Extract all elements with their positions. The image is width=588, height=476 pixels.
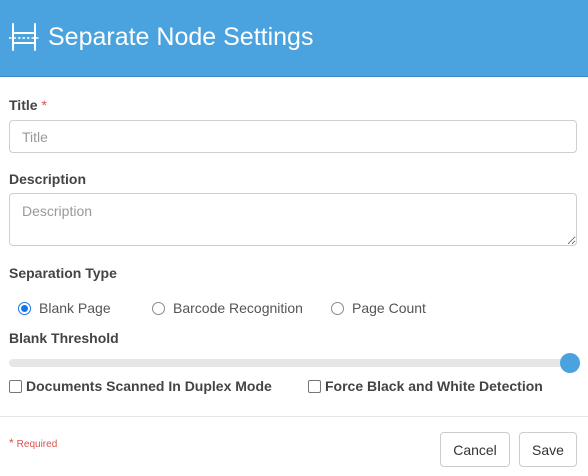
bw-detection-checkbox-label: Force Black and White Detection (325, 378, 543, 394)
dialog-header: Separate Node Settings (0, 0, 588, 77)
radio-blank-page-label: Blank Page (39, 300, 111, 316)
radio-page-count[interactable]: Page Count (331, 296, 426, 320)
title-label: Title * (9, 97, 47, 113)
bw-detection-checkbox[interactable] (308, 379, 321, 393)
save-button[interactable]: Save (519, 432, 577, 467)
bw-detection-checkbox-row[interactable]: Force Black and White Detection (308, 376, 543, 396)
footer-divider (0, 416, 588, 417)
cancel-button[interactable]: Cancel (440, 432, 510, 467)
title-label-text: Title (9, 97, 38, 113)
radio-button-checked[interactable] (18, 301, 31, 315)
blank-threshold-slider-track[interactable] (9, 359, 574, 367)
required-note-text: Required (16, 439, 58, 450)
radio-page-count-label: Page Count (352, 300, 426, 316)
duplex-checkbox[interactable] (9, 379, 22, 393)
radio-blank-page[interactable]: Blank Page (18, 296, 111, 320)
separation-type-radio-group: Blank Page Barcode Recognition Page Coun… (0, 296, 588, 320)
separator-node-icon (9, 23, 39, 51)
radio-button-unchecked[interactable] (331, 301, 344, 315)
blank-threshold-slider-thumb[interactable] (560, 353, 580, 373)
radio-button-unchecked[interactable] (152, 301, 165, 315)
blank-threshold-label: Blank Threshold (9, 330, 119, 346)
separation-type-label: Separation Type (9, 265, 117, 281)
duplex-checkbox-label: Documents Scanned In Duplex Mode (26, 378, 272, 394)
dialog-title: Separate Node Settings (48, 23, 314, 51)
radio-barcode-recognition[interactable]: Barcode Recognition (152, 296, 303, 320)
required-note: * Required (9, 436, 57, 450)
radio-barcode-recognition-label: Barcode Recognition (173, 300, 303, 316)
duplex-checkbox-row[interactable]: Documents Scanned In Duplex Mode (9, 376, 272, 396)
description-textarea[interactable] (9, 193, 577, 246)
description-label: Description (9, 171, 87, 187)
title-input[interactable] (9, 120, 577, 153)
required-asterisk: * (41, 97, 47, 113)
required-note-asterisk: * (9, 436, 14, 450)
